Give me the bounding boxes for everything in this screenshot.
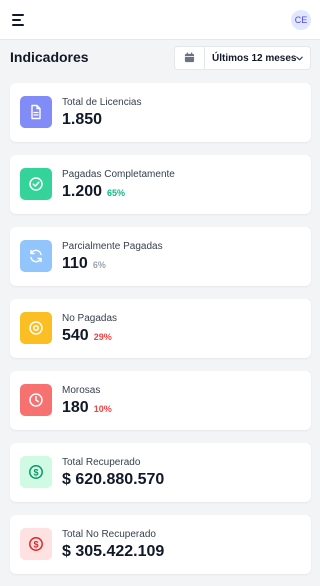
- chevron-down-icon: [296, 56, 303, 61]
- indicator-value: 1.850: [62, 111, 102, 129]
- indicator-label: Total No Recuperado: [62, 529, 156, 540]
- indicator-label: Total de Licencias: [62, 97, 142, 108]
- indicator-value: $ 620.880.570: [62, 471, 164, 489]
- document-icon: [20, 96, 52, 128]
- indicator-percentage: 65%: [107, 188, 126, 198]
- indicator-number: $ 620.880.570: [62, 471, 165, 488]
- indicator-card-no-pagadas[interactable]: No Pagadas 540 29%: [10, 299, 311, 358]
- top-bar: CE: [0, 0, 320, 40]
- indicator-label: Pagadas Completamente: [62, 169, 175, 180]
- indicator-number: 110: [62, 255, 88, 272]
- indicator-card-total-licencias[interactable]: Total de Licencias 1.850: [10, 83, 311, 142]
- check-circle-icon: [20, 168, 52, 200]
- indicator-value: 110 6%: [62, 255, 106, 273]
- dollar-circle-icon: $: [20, 456, 52, 488]
- page-title: Indicadores: [10, 49, 89, 65]
- date-range-filter[interactable]: Últimos 12 meses: [174, 46, 311, 70]
- indicator-number: $ 305.422.109: [62, 543, 165, 560]
- indicator-value: 1.200 65%: [62, 183, 125, 201]
- indicator-card-no-recuperado[interactable]: $ Total No Recuperado $ 305.422.109: [10, 515, 311, 574]
- dollar-circle-icon: $: [20, 528, 52, 560]
- svg-text:$: $: [33, 539, 38, 549]
- svg-text:$: $: [33, 467, 38, 477]
- indicator-number: 1.850: [62, 111, 103, 128]
- date-range-selected: Últimos 12 meses: [212, 53, 297, 64]
- x-circle-icon: [20, 312, 52, 344]
- indicator-card-morosas[interactable]: Morosas 180 10%: [10, 371, 311, 430]
- indicator-number: 180: [62, 399, 89, 416]
- indicator-number: 1.200: [62, 183, 103, 200]
- indicator-card-parcialmente[interactable]: Parcialmente Pagadas 110 6%: [10, 227, 311, 286]
- indicator-value: 540 29%: [62, 327, 112, 345]
- indicator-label: Parcialmente Pagadas: [62, 241, 163, 252]
- indicator-label: Total Recuperado: [62, 457, 141, 468]
- calendar-icon: [184, 52, 195, 63]
- refresh-icon: [20, 240, 52, 272]
- indicator-card-recuperado[interactable]: $ Total Recuperado $ 620.880.570: [10, 443, 311, 502]
- indicator-label: No Pagadas: [62, 313, 118, 324]
- avatar[interactable]: CE: [291, 10, 311, 30]
- indicator-percentage: 10%: [93, 404, 112, 414]
- indicator-value: 180 10%: [62, 399, 112, 417]
- indicator-percentage: 29%: [93, 332, 112, 342]
- hamburger-menu-icon[interactable]: [12, 14, 24, 26]
- calendar-button[interactable]: [175, 47, 205, 69]
- indicator-card-pagadas[interactable]: Pagadas Completamente 1.200 65%: [10, 155, 311, 214]
- clock-icon: [20, 384, 52, 416]
- indicator-label: Morosas: [62, 385, 101, 396]
- indicator-number: 540: [62, 327, 89, 344]
- indicator-value: $ 305.422.109: [62, 543, 164, 561]
- indicator-percentage: 6%: [92, 260, 106, 270]
